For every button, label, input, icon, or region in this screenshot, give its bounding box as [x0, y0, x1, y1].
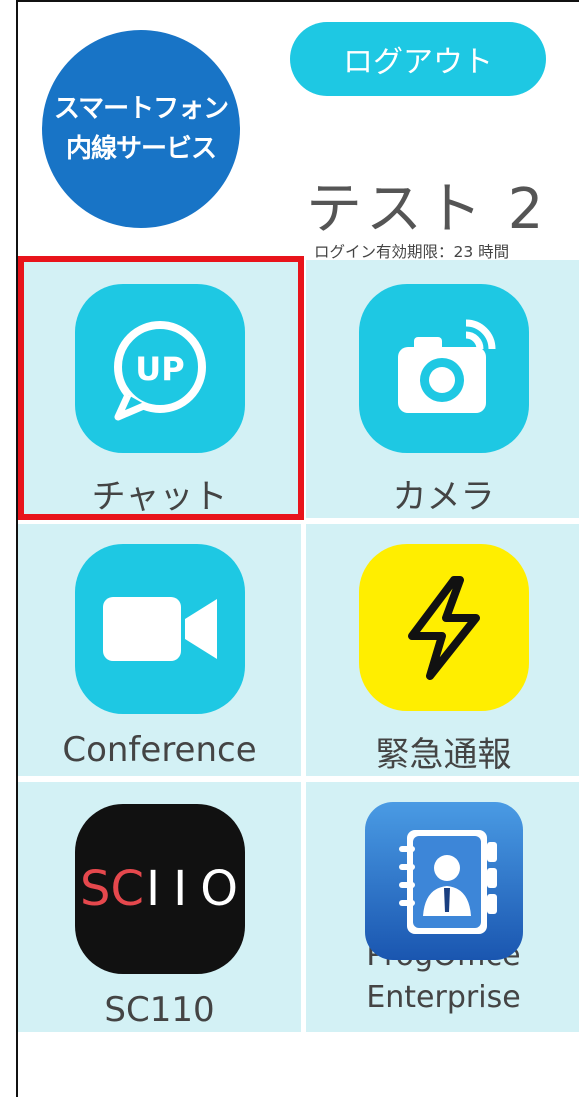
app-label-conference: Conference [62, 730, 257, 770]
logout-button[interactable]: ログアウト [290, 22, 546, 96]
app-screen: スマートフォン 内線サービス ログアウト テスト 2 ログイン有効期限：23 時… [16, 0, 579, 1097]
login-expiry: ログイン有効期限：23 時間 [314, 243, 510, 261]
app-label-sc110: SC110 [104, 990, 215, 1030]
username: テスト 2 [306, 177, 548, 242]
chat-up-icon: UP [74, 284, 245, 453]
svg-text:UP: UP [135, 350, 184, 388]
app-tile-sc110[interactable]: SC IIO SC110 [18, 782, 301, 1032]
app-label-progoffice-line2: Enterprise [366, 980, 521, 1015]
app-label-camera: カメラ [392, 477, 495, 517]
app-tile-emergency[interactable]: 緊急通報 [306, 524, 579, 776]
camera-icon [358, 284, 529, 453]
sc110-logo-text-sc: SC [80, 861, 144, 917]
app-tile-camera[interactable]: カメラ [306, 260, 579, 518]
sc110-logo-text-110: IIO [146, 861, 238, 917]
app-tile-progoffice[interactable]: ProgOffice Enterprise [306, 782, 579, 1032]
logo-line-1: スマートフォン [53, 94, 229, 124]
app-label-emergency: 緊急通報 [375, 735, 512, 775]
logo-line-2: 内線サービス [65, 134, 217, 164]
sc110-logo-icon: SC IIO [74, 804, 245, 974]
address-book-icon [364, 802, 523, 960]
lightning-icon [358, 544, 529, 711]
app-tile-chat[interactable]: UP チャット [18, 260, 301, 518]
video-camera-icon [74, 544, 245, 714]
service-logo: スマートフォン 内線サービス [42, 30, 240, 228]
app-tile-conference[interactable]: Conference [18, 524, 301, 776]
app-label-chat: チャット [91, 477, 228, 517]
